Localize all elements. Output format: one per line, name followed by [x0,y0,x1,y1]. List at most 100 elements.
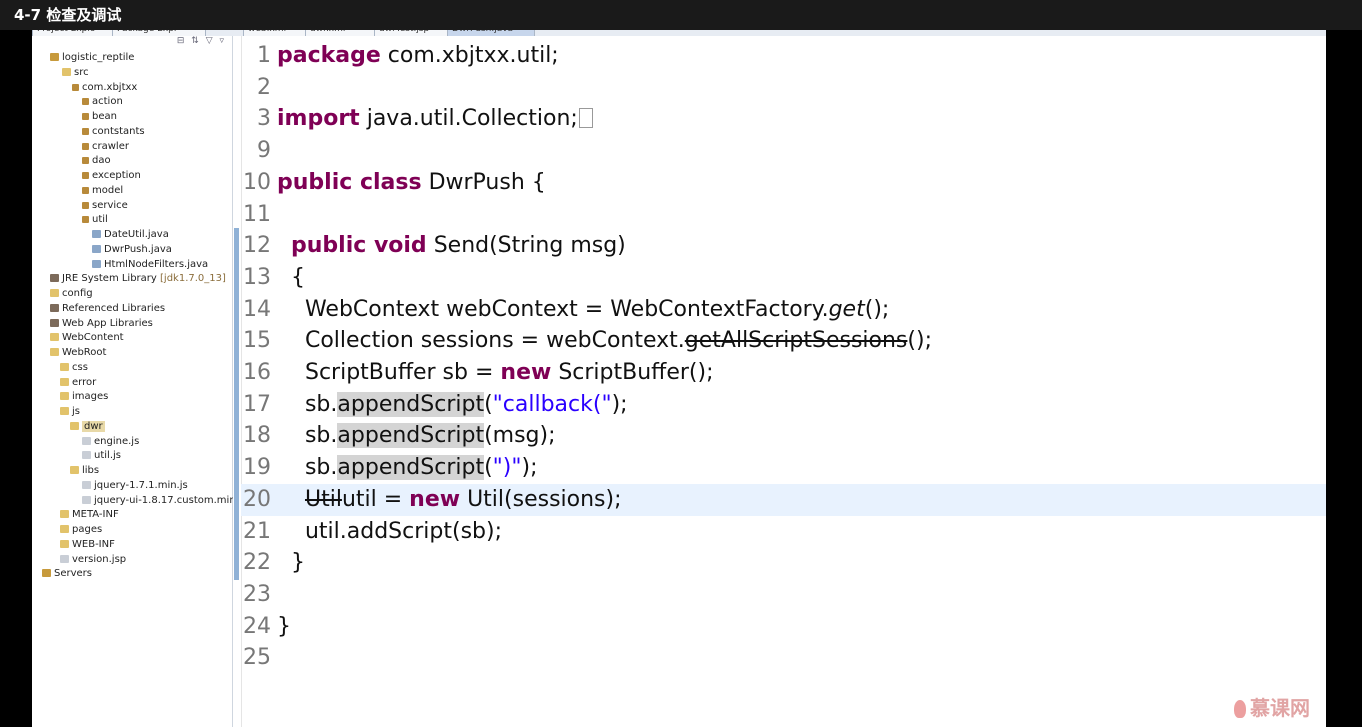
project-icon [50,53,59,61]
code-editor[interactable]: 1 package com.xbjtxx.util; 2 3 import java.u… [233,36,1326,727]
line-number: 20 [243,486,271,512]
java-file-icon [92,244,101,253]
code-token: com.xbjtxx.util; [387,43,559,68]
code-line[interactable]: 20 Utilutil = new Util(sessions); [241,483,1326,516]
tree-item[interactable]: Referenced Libraries [50,301,165,316]
tree-item[interactable]: config [50,286,93,301]
code-line[interactable]: 19 sb.appendScript(")"); [241,452,1326,484]
tree-item[interactable]: META-INF [60,507,119,522]
code-line[interactable]: 24} [241,611,1326,643]
package-icon [82,127,89,135]
tree-item[interactable]: WebContent [50,330,124,345]
tree-item[interactable]: pages [60,522,102,537]
line-number: 1 [257,43,271,68]
code-line[interactable]: 14 WebContext webContext = WebContextFac… [241,294,1326,326]
package-icon [82,216,89,224]
line-number: 16 [243,360,271,385]
code-text: Utilutil = new Util(sessions); [277,484,622,516]
code-token: Collection sessions = webContext. [277,328,685,354]
tree-item-label: model [92,184,124,196]
explorer-toolbar[interactable]: ⊟ ⇅ ▽ ▿ [177,36,226,46]
code-line[interactable]: 2 [241,72,1326,104]
tree-item-label: pages [72,524,103,535]
tree-item[interactable]: WEB-INF [60,537,115,552]
code-token: appendScript [337,455,485,481]
code-line[interactable]: 18 sb.appendScript(msg); [241,420,1326,452]
tree-item[interactable]: js [60,404,80,419]
code-token: appendScript [337,391,485,417]
code-line[interactable]: 1 package com.xbjtxx.util; [241,40,1326,72]
code-token: appendScript [337,423,485,449]
line-number: 24 [243,613,271,639]
tree-item[interactable]: dwr [70,419,105,434]
code-token: ScriptBuffer sb = [277,360,501,385]
tree-item[interactable]: images [60,389,108,404]
library-icon [50,274,59,283]
folder-icon [60,362,69,371]
code-line[interactable]: 17 sb.appendScript("callback("); [241,389,1326,421]
tree-item[interactable]: bean [82,109,117,124]
tree-item[interactable]: Web App Libraries [50,316,153,331]
tree-item-label: WEB-INF [72,538,115,550]
tree-item[interactable]: service [82,198,128,213]
tree-item[interactable]: Servers [42,566,92,581]
line-number: 14 [243,296,271,322]
code-line[interactable]: 23 [241,579,1326,611]
line-number: 17 [243,391,271,417]
tree-item[interactable]: error [60,375,96,390]
tree-item[interactable]: JRE System Library [jdk1.7.0_13] [50,271,226,286]
tree-item[interactable]: model [82,183,123,198]
tree-item-label: config [62,288,93,299]
code-token: (); [907,328,932,354]
code-text: public class DwrPush { [277,167,546,199]
tree-item-label: dao [92,155,111,167]
line-number: 23 [243,581,271,607]
tree-item[interactable]: engine.js [82,434,139,449]
tree-item[interactable]: src [62,65,89,80]
tree-item[interactable]: util.js [82,448,121,463]
folder-icon [50,289,59,297]
code-line[interactable]: 3 import java.util.Collection; [241,103,1326,135]
code-text: public void Send(String msg) [277,230,626,262]
tree-item[interactable]: util [82,212,108,227]
code-token: ); [521,455,538,481]
library-icon [50,303,59,312]
line-number: 22 [243,550,271,576]
tree-item-label: Servers [54,568,93,580]
collapsed-imports-icon[interactable] [578,108,593,129]
change-bar [234,228,239,580]
code-line[interactable]: 11 [241,199,1326,231]
line-number: 10 [243,169,271,195]
folder-icon [60,392,69,401]
tree-item[interactable]: jquery-ui-1.8.17.custom.min. [82,493,239,508]
tree-item[interactable]: contstants [82,124,145,139]
code-line[interactable]: 21 util.addScript(sb); [241,516,1326,548]
code-line[interactable]: 10 public class DwrPush { [241,167,1326,199]
tree-item[interactable]: libs [70,463,99,478]
code-line[interactable]: 15 Collection sessions = webContext.getA… [241,325,1326,357]
tree-item[interactable]: crawler [82,139,129,154]
tree-item[interactable]: WebRoot [50,345,106,360]
tree-item[interactable]: jquery-1.7.1.min.js [82,478,188,493]
code-line[interactable]: 25 [241,642,1326,674]
code-line[interactable]: 9 [241,135,1326,167]
tree-item-label: jquery-ui-1.8.17.custom.min. [94,494,239,506]
tree-item[interactable]: DateUtil.java [92,227,169,242]
code-token: "callback(" [492,391,612,417]
java-file-icon [92,259,101,268]
tree-item[interactable]: logistic_reptile [50,50,134,65]
tree-item[interactable]: com.xbjtxx [72,80,137,95]
code-line[interactable]: 13 { [241,262,1326,294]
tree-item-label: DateUtil.java [104,229,169,240]
tree-item-label: images [72,391,109,403]
tree-item[interactable]: action [82,94,123,109]
tree-item[interactable]: version.jsp [60,552,126,567]
tree-item[interactable]: HtmlNodeFilters.java [92,257,208,272]
tree-item[interactable]: DwrPush.java [92,242,172,257]
code-line[interactable]: 22 } [241,547,1326,579]
code-line[interactable]: 16 ScriptBuffer sb = new ScriptBuffer(); [241,357,1326,389]
tree-item[interactable]: css [60,360,88,375]
tree-item[interactable]: exception [82,168,141,183]
code-line[interactable]: 12 public void Send(String msg) [241,230,1326,262]
tree-item[interactable]: dao [82,153,111,168]
